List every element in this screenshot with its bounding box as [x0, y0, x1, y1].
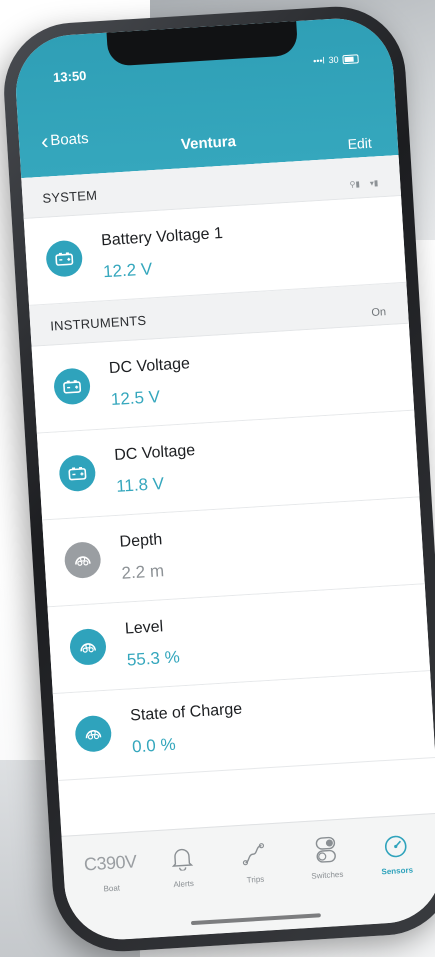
route-icon: [220, 839, 287, 869]
page-title: Ventura: [180, 132, 237, 154]
phone-frame: 13:50 •••l 30 ‹ Boats Ventura Edit SYSTE…: [0, 2, 435, 956]
gauge-icon: [68, 627, 108, 666]
network-label: 30: [328, 54, 339, 66]
tab-switches[interactable]: Switches: [292, 835, 361, 882]
sensor-name: DC Voltage: [108, 355, 191, 378]
tab-label: Alerts: [173, 878, 195, 890]
tab-boat[interactable]: C390V Boat: [76, 848, 145, 895]
sensor-name: Depth: [119, 531, 163, 551]
sensor-name: Battery Voltage 1: [100, 224, 224, 250]
tab-alerts[interactable]: Alerts: [148, 844, 217, 891]
home-indicator: [190, 913, 321, 926]
tab-sensors[interactable]: Sensors: [362, 831, 431, 878]
sensor-value: 11.8 V: [115, 473, 165, 496]
signal-icon: ▾▮: [369, 178, 379, 188]
sensor-value: 2.2 m: [120, 561, 165, 583]
instruments-status[interactable]: On: [371, 306, 386, 319]
tab-trips[interactable]: Trips: [220, 839, 289, 886]
sensor-value: 12.2 V: [102, 259, 153, 282]
tab-label: Trips: [246, 874, 265, 885]
battery-icon: [45, 239, 84, 278]
tab-label: Boat: [103, 883, 121, 894]
tab-label: Sensors: [381, 865, 414, 877]
sensor-value: 0.0 %: [131, 734, 177, 757]
boat-model-logo: C390V: [76, 848, 143, 878]
edit-button[interactable]: Edit: [347, 135, 372, 152]
battery-icon: [58, 454, 97, 493]
battery-icon: [52, 367, 92, 406]
toggle-icon: [292, 835, 359, 865]
status-time: 13:50: [52, 67, 87, 85]
section-title: INSTRUMENTS: [49, 312, 147, 334]
phone-screen: 13:50 •••l 30 ‹ Boats Ventura Edit SYSTE…: [12, 15, 435, 943]
gauge-icon: [74, 714, 113, 753]
sensor-value: 12.5 V: [110, 387, 161, 410]
bell-icon: [148, 844, 215, 874]
scene: 13:50 •••l 30 ‹ Boats Ventura Edit SYSTE…: [0, 0, 435, 957]
location-signal-icon: ⚲▮: [349, 179, 361, 190]
sensor-name: DC Voltage: [113, 442, 196, 464]
section-title: SYSTEM: [42, 187, 98, 206]
sensor-list: SYSTEM ⚲▮ ▾▮ Battery Voltage 1 12.2 V IN…: [21, 155, 435, 837]
battery-status-icon: [342, 53, 359, 64]
sensor-value: 55.3 %: [126, 647, 181, 670]
section-system-icons: ⚲▮ ▾▮: [349, 178, 378, 189]
tab-label: Switches: [311, 869, 344, 881]
boat-model-label: C390V: [83, 850, 138, 875]
gauge-icon: [63, 541, 102, 580]
signal-icon: •••l: [312, 55, 325, 67]
sensor-name: Level: [124, 618, 164, 638]
tab-bar: C390V Boat Alerts Trips Switches Sensors: [61, 812, 435, 943]
speedometer-icon: [362, 831, 429, 861]
status-indicators: •••l 30: [313, 53, 359, 66]
sensor-name: State of Charge: [129, 700, 243, 725]
